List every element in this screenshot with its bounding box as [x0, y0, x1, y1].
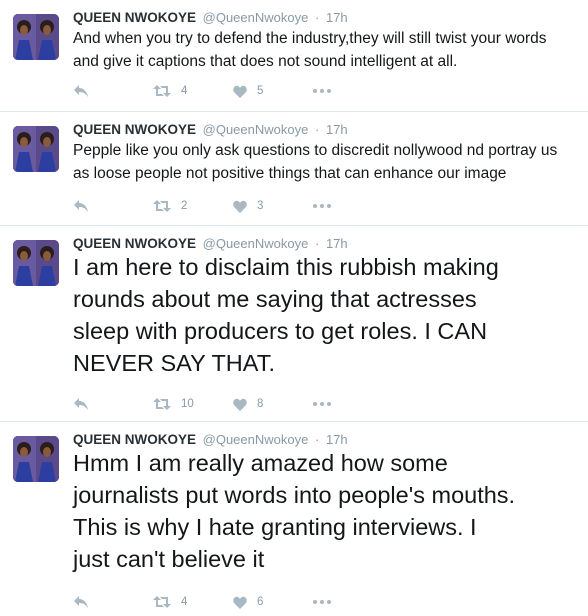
more-button[interactable]: [313, 204, 333, 208]
reply-button[interactable]: [73, 397, 153, 411]
reply-button[interactable]: [73, 199, 153, 213]
retweet-icon: [153, 398, 171, 410]
avatar[interactable]: [13, 126, 59, 172]
heart-icon: [233, 200, 247, 213]
more-button[interactable]: [313, 402, 333, 406]
avatar[interactable]: [13, 14, 59, 60]
like-count: 8: [257, 398, 264, 410]
reply-button[interactable]: [73, 84, 153, 98]
display-name[interactable]: QUEEN NWOKOYE: [73, 10, 196, 25]
tweet-text-line: Hmm I am really amazed how some: [73, 450, 448, 476]
tweet[interactable]: QUEEN NWOKOYE @QueenNwokoye · 17h Pepple…: [0, 112, 588, 226]
tweet-text-line: This is why I hate granting interviews. …: [73, 514, 477, 540]
tweet-actions: 10 8: [73, 394, 333, 414]
reply-button[interactable]: [73, 595, 153, 609]
timeline: QUEEN NWOKOYE @QueenNwokoye · 17h And wh…: [0, 0, 588, 616]
like-count: 5: [257, 85, 264, 97]
tweet-text-line: rounds about me saying that actresses: [73, 286, 477, 312]
tweet-actions: 2 3: [73, 196, 333, 216]
more-button[interactable]: [313, 600, 333, 604]
timestamp[interactable]: 17h: [326, 236, 348, 251]
more-dots-icon: [313, 89, 331, 93]
more-dots-icon: [313, 204, 331, 208]
tweet-text: And when you try to defend the industry,…: [73, 27, 580, 73]
separator: ·: [314, 122, 320, 137]
heart-icon: [233, 398, 247, 411]
timestamp[interactable]: 17h: [326, 432, 348, 447]
timestamp[interactable]: 17h: [326, 122, 348, 137]
tweet[interactable]: QUEEN NWOKOYE @QueenNwokoye · 17h And wh…: [0, 0, 588, 112]
more-dots-icon: [313, 600, 331, 604]
heart-icon: [233, 85, 247, 98]
more-dots-icon: [313, 402, 331, 406]
like-count: 3: [257, 200, 264, 212]
tweet-text-line: sleep with producers to get roles. I CAN: [73, 318, 488, 344]
reply-icon: [74, 200, 88, 212]
reply-icon: [74, 85, 88, 97]
like-count: 6: [257, 596, 264, 608]
tweet-text-line: NEVER SAY THAT.: [73, 350, 275, 376]
avatar[interactable]: [13, 240, 59, 286]
timestamp[interactable]: 17h: [326, 10, 348, 25]
tweet-actions: 4 5: [73, 81, 333, 101]
user-handle[interactable]: @QueenNwokoye: [203, 122, 309, 137]
retweet-icon: [153, 596, 171, 608]
tweet-header: QUEEN NWOKOYE @QueenNwokoye · 17h: [73, 122, 348, 137]
tweet-text: I am here to disclaim this rubbish makin…: [73, 251, 580, 379]
tweet-header: QUEEN NWOKOYE @QueenNwokoye · 17h: [73, 432, 348, 447]
tweet-actions: 4 6: [73, 592, 333, 612]
retweet-button[interactable]: 2: [153, 199, 233, 213]
retweet-button[interactable]: 4: [153, 84, 233, 98]
like-button[interactable]: 5: [233, 85, 313, 98]
separator: ·: [314, 432, 320, 447]
tweet-text-line: Pepple like you only ask questions to di…: [73, 142, 558, 159]
retweet-count: 4: [181, 596, 188, 608]
retweet-icon: [153, 200, 171, 212]
tweet-text-line: just can't believe it: [73, 546, 265, 572]
reply-icon: [74, 398, 88, 410]
reply-icon: [74, 596, 88, 608]
tweet[interactable]: QUEEN NWOKOYE @QueenNwokoye · 17h I am h…: [0, 226, 588, 422]
display-name[interactable]: QUEEN NWOKOYE: [73, 122, 196, 137]
tweet-text-line: as loose people not positive things that…: [73, 165, 507, 182]
tweet-text-line: I am here to disclaim this rubbish makin…: [73, 254, 499, 280]
more-button[interactable]: [313, 89, 333, 93]
tweet-text: Pepple like you only ask questions to di…: [73, 139, 580, 185]
separator: ·: [314, 236, 320, 251]
retweet-count: 10: [181, 398, 194, 410]
tweet[interactable]: QUEEN NWOKOYE @QueenNwokoye · 17h Hmm I …: [0, 422, 588, 616]
like-button[interactable]: 3: [233, 200, 313, 213]
avatar[interactable]: [13, 436, 59, 482]
user-handle[interactable]: @QueenNwokoye: [203, 10, 309, 25]
tweet-text: Hmm I am really amazed how some journali…: [73, 447, 580, 575]
retweet-count: 2: [181, 200, 188, 212]
tweet-text-line: And when you try to defend the industry,…: [73, 30, 547, 47]
user-handle[interactable]: @QueenNwokoye: [203, 432, 309, 447]
heart-icon: [233, 596, 247, 609]
retweet-button[interactable]: 10: [153, 397, 233, 411]
tweet-text-line: journalists put words into people's mout…: [73, 482, 516, 508]
retweet-count: 4: [181, 85, 188, 97]
separator: ·: [314, 10, 320, 25]
user-handle[interactable]: @QueenNwokoye: [203, 236, 309, 251]
retweet-icon: [153, 85, 171, 97]
tweet-header: QUEEN NWOKOYE @QueenNwokoye · 17h: [73, 236, 348, 251]
tweet-text-line: and give it captions that does not sound…: [73, 53, 458, 70]
retweet-button[interactable]: 4: [153, 595, 233, 609]
display-name[interactable]: QUEEN NWOKOYE: [73, 432, 196, 447]
like-button[interactable]: 6: [233, 596, 313, 609]
display-name[interactable]: QUEEN NWOKOYE: [73, 236, 196, 251]
tweet-header: QUEEN NWOKOYE @QueenNwokoye · 17h: [73, 10, 348, 25]
like-button[interactable]: 8: [233, 398, 313, 411]
